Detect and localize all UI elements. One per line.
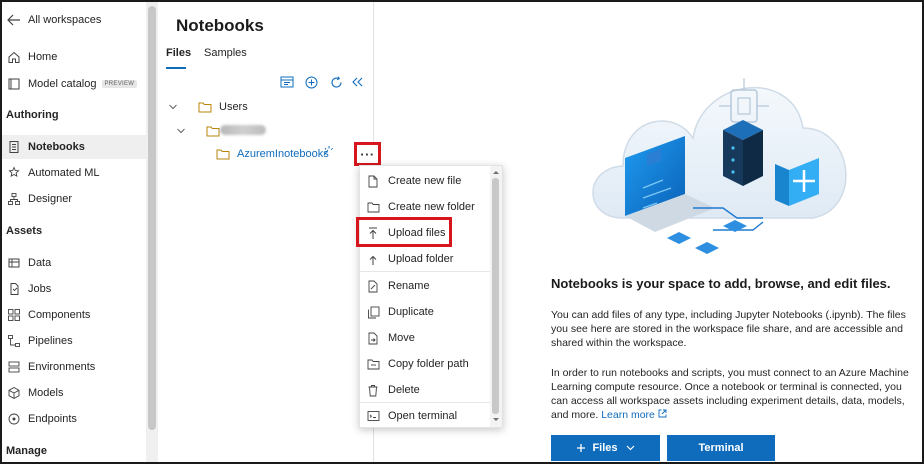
chevron-down-icon — [626, 445, 634, 451]
section-assets: Assets — [6, 225, 43, 237]
home-icon — [6, 49, 22, 65]
sparkle-icon — [323, 146, 334, 156]
compute-paragraph: In order to run notebooks and scripts, y… — [551, 366, 915, 422]
tree-label: Users — [219, 101, 248, 113]
back-label: All workspaces — [28, 14, 102, 26]
folder-icon — [206, 126, 220, 137]
learn-more-label: Learn more — [601, 409, 655, 421]
nav-item-automated-ml[interactable]: Automated ML — [2, 161, 146, 185]
nav-item-jobs[interactable]: Jobs — [2, 277, 146, 301]
nav-item-notebooks[interactable]: Notebooks — [2, 135, 146, 159]
endpoints-icon — [6, 411, 22, 427]
nav-item-label: Data — [28, 257, 52, 269]
folder-icon — [198, 102, 212, 113]
notebooks-pane: Notebooks Files Samples Users AzuremInot… — [158, 2, 374, 462]
pipelines-icon — [6, 333, 22, 349]
terminal-button-label: Terminal — [698, 442, 744, 454]
designer-icon — [6, 191, 22, 207]
tree-row-azureml-notebooks[interactable]: AzuremInotebooks — [158, 143, 374, 165]
nav-item-designer[interactable]: Designer — [2, 187, 146, 211]
files-dropdown-button[interactable]: Files — [551, 435, 660, 461]
description-paragraph: You can add files of any type, including… — [551, 309, 906, 349]
nav-scrollbar[interactable] — [146, 2, 158, 462]
tree-row-user-folder[interactable] — [158, 120, 374, 142]
chevron-down-icon[interactable] — [168, 102, 178, 112]
page-title: Notebooks — [176, 16, 264, 35]
nav-item-models[interactable]: Models — [2, 381, 146, 405]
section-manage: Manage — [6, 445, 47, 457]
tab-samples[interactable]: Samples — [204, 47, 247, 59]
main-content: Notebooks is your space to add, browse, … — [375, 2, 922, 462]
nav-item-label: Models — [28, 387, 64, 399]
nav-item-label: Automated ML — [28, 167, 100, 179]
back-to-workspaces[interactable]: All workspaces — [2, 8, 146, 32]
nav-item-pipelines[interactable]: Pipelines — [2, 329, 146, 353]
nav-item-data[interactable]: Data — [2, 251, 146, 275]
nav-scrollbar-thumb[interactable] — [148, 6, 156, 430]
add-icon[interactable] — [303, 74, 319, 90]
tab-files[interactable]: Files — [166, 47, 191, 59]
folder-icon — [216, 149, 230, 160]
learn-more-link[interactable]: Learn more — [601, 409, 667, 421]
nav-item-home[interactable]: Home — [2, 45, 146, 69]
environments-icon — [6, 359, 22, 375]
nav-item-endpoints[interactable]: Endpoints — [2, 407, 146, 431]
data-icon — [6, 255, 22, 271]
external-link-icon — [658, 409, 667, 418]
tree-row-users[interactable]: Users — [158, 96, 374, 118]
nav-item-label: Components — [28, 309, 91, 321]
components-icon — [6, 307, 22, 323]
refresh-icon[interactable] — [328, 74, 344, 90]
redacted-username — [220, 125, 266, 135]
left-nav: All workspaces Home Model catalog PREVIE… — [2, 2, 146, 462]
catalog-icon — [6, 76, 22, 92]
automated-ml-icon — [6, 165, 22, 181]
plus-icon — [577, 444, 586, 452]
cloud-laptop-illustration — [592, 78, 847, 254]
nav-item-label: Designer — [28, 193, 73, 205]
nav-item-label: Home — [28, 51, 58, 63]
nav-item-label: Pipelines — [28, 335, 73, 347]
nav-item-components[interactable]: Components — [2, 303, 146, 327]
section-authoring: Authoring — [6, 109, 59, 121]
nav-item-label: Endpoints — [28, 413, 77, 425]
collapse-icon[interactable] — [349, 74, 365, 90]
nav-item-label: Model catalog — [28, 78, 97, 90]
nav-item-environments[interactable]: Environments — [2, 355, 146, 379]
preview-badge: PREVIEW — [101, 80, 138, 88]
new-file-icon[interactable] — [279, 74, 295, 90]
notebook-icon — [6, 139, 22, 155]
back-arrow-icon — [6, 12, 22, 28]
files-button-label: Files — [592, 442, 618, 454]
nav-item-label: Environments — [28, 361, 96, 373]
terminal-button[interactable]: Terminal — [667, 435, 775, 461]
models-icon — [6, 385, 22, 401]
empty-state-heading: Notebooks is your space to add, browse, … — [551, 276, 891, 291]
chevron-down-icon[interactable] — [176, 126, 186, 136]
active-tab-indicator — [166, 67, 186, 69]
tree-label: AzuremInotebooks — [237, 148, 329, 160]
jobs-icon — [6, 281, 22, 297]
nav-item-model-catalog[interactable]: Model catalog PREVIEW — [2, 72, 146, 96]
nav-item-label: Jobs — [28, 283, 52, 295]
nav-item-label: Notebooks — [28, 141, 85, 153]
